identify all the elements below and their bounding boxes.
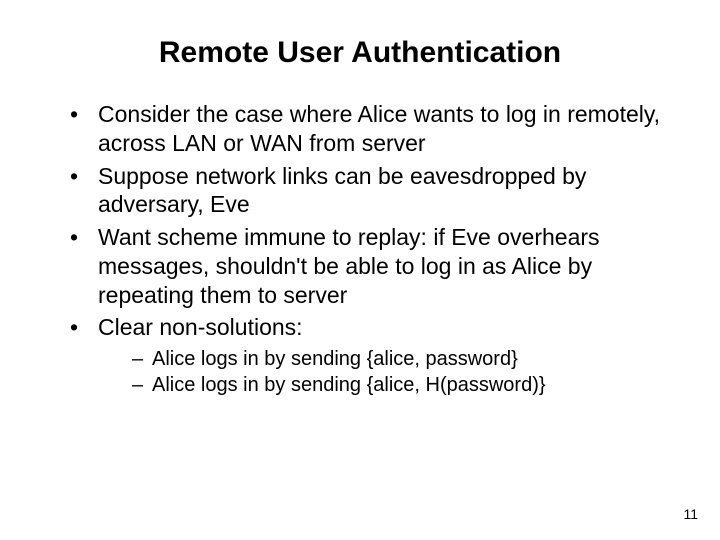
bullet-list: Consider the case where Alice wants to l…	[0, 100, 720, 398]
bullet-text: Clear non-solutions:	[98, 314, 303, 340]
page-number: 11	[683, 506, 698, 522]
bullet-item: Clear non-solutions: Alice logs in by se…	[70, 313, 676, 398]
slide-title: Remote User Authentication	[0, 0, 720, 100]
sub-bullet-item: Alice logs in by sending {alice, H(passw…	[132, 372, 676, 398]
bullet-item: Consider the case where Alice wants to l…	[70, 100, 676, 158]
sub-bullet-item: Alice logs in by sending {alice, passwor…	[132, 346, 676, 372]
sub-bullet-list: Alice logs in by sending {alice, passwor…	[98, 346, 676, 398]
bullet-item: Want scheme immune to replay: if Eve ove…	[70, 223, 676, 309]
bullet-item: Suppose network links can be eavesdroppe…	[70, 162, 676, 220]
slide: Remote User Authentication Consider the …	[0, 0, 720, 540]
